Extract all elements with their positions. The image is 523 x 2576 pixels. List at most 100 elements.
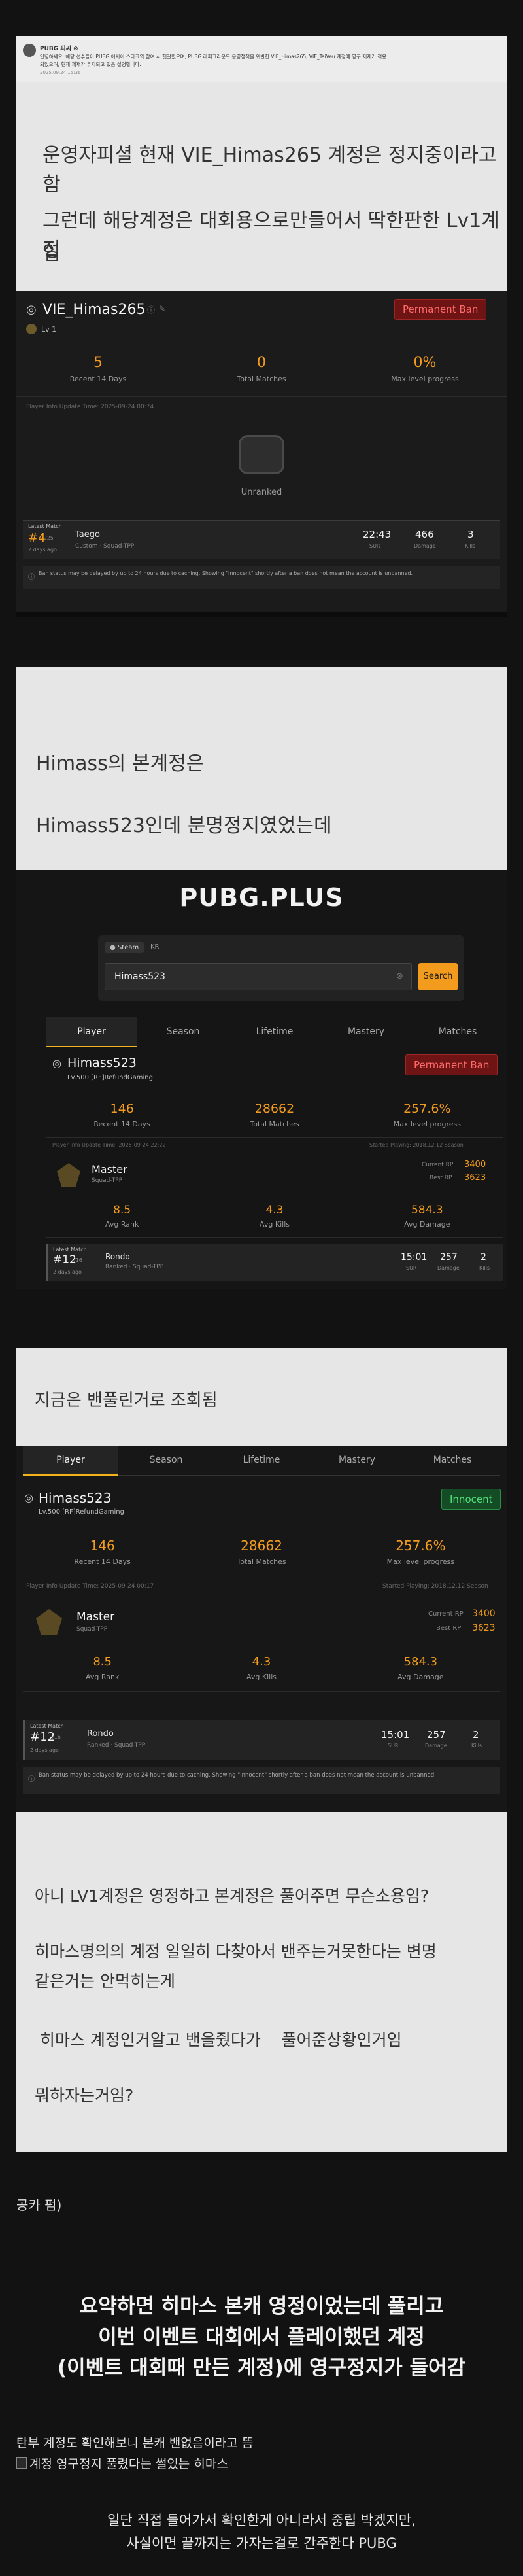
latest-match-head: Latest Match — [53, 1247, 87, 1253]
broken-image-icon — [16, 2457, 27, 2469]
avg-value: 584.3 — [403, 1655, 438, 1669]
avg-row: 8.5 Avg Rank 4.3 Avg Kills 584.3 Avg Dam… — [23, 1655, 500, 1692]
update-time: Player Info Update Time: 2025-09-24 00:7… — [26, 404, 154, 410]
tab-player[interactable]: Player — [23, 1446, 118, 1476]
panel4-line4: 히마스 계정인거알고 밴을줬다가 풀어준상황인거임 — [35, 2030, 402, 2049]
ban-note-text: Ban status may be delayed by up to 24 ho… — [39, 570, 413, 576]
match-place-sub: /16 — [74, 1257, 82, 1263]
avg-value: 4.3 — [265, 1204, 284, 1217]
player-name: VIE_Himas265 — [42, 302, 146, 318]
match-ago: 2 days ago — [28, 547, 57, 553]
tab-lifetime[interactable]: Lifetime — [214, 1446, 309, 1476]
tab-season[interactable]: Season — [137, 1017, 229, 1047]
current-rp: 3400 — [464, 1160, 486, 1170]
match-time-label: SUR — [406, 1265, 417, 1271]
tab-bar: Player Season Lifetime Mastery Matches — [46, 1017, 503, 1047]
tab-player[interactable]: Player — [46, 1017, 137, 1047]
stat-value: 0 — [257, 355, 266, 371]
notice-avatar — [23, 44, 36, 57]
search-bar: ● Steam KR Himass523 ⊗ Search — [98, 935, 464, 1001]
panel4-line1: 아니 LV1계정은 영정하고 본계정은 풀어주면 무슨소용임? — [35, 1887, 430, 1906]
match-map: Rondo — [105, 1252, 130, 1261]
notice-line2: 되었으며, 현재 제재가 유지되고 있음 설명합니다. — [40, 61, 141, 67]
match-place-sub: /25 — [45, 535, 54, 541]
match-place-sub: /16 — [52, 1734, 61, 1740]
final-line1: 일단 직접 들어가서 확인한게 아니라서 중립 박겠지만, — [107, 2513, 416, 2528]
region-chip[interactable]: KR — [150, 943, 160, 950]
player-card-vie: ◎ VIE_Himas265 ⓘ ✎ Lv 1 Permanent Ban 5 … — [16, 291, 507, 612]
tier-mode: Squad-TPP — [76, 1626, 108, 1633]
latest-match-row[interactable]: Latest Match #4 /25 2 days ago Taego Cus… — [23, 520, 500, 559]
info-icon[interactable]: ⓘ — [147, 304, 155, 315]
tab-lifetime[interactable]: Lifetime — [229, 1017, 320, 1047]
match-damage: 257 — [427, 1729, 446, 1741]
summary-line1: 요약하면 히마스 본캐 영정이었는데 풀리고 — [79, 2295, 444, 2318]
current-rp-label: Current RP — [422, 1162, 454, 1168]
tab-season[interactable]: Season — [118, 1446, 214, 1476]
best-rp-label: Best RP — [430, 1175, 452, 1181]
avg-label: Avg Rank — [85, 1673, 120, 1681]
unranked-emblem-icon — [239, 435, 284, 474]
platform-chip[interactable]: ● Steam — [105, 942, 144, 953]
tier-emblem-icon — [57, 1163, 80, 1187]
avg-damage: 584.3 Avg Damage — [341, 1655, 500, 1691]
avg-label: Avg Damage — [397, 1673, 444, 1681]
match-damage: 466 — [415, 529, 434, 540]
avg-label: Avg Rank — [105, 1220, 139, 1228]
tab-mastery[interactable]: Mastery — [309, 1446, 405, 1476]
match-mode: Custom · Squad-TPP — [75, 543, 135, 549]
search-button[interactable]: Search — [418, 963, 458, 990]
player-level: Lv.500 [RF]RefundGaming — [39, 1508, 124, 1516]
search-input[interactable]: Himass523 ⊗ — [105, 963, 412, 990]
final-line2: 사실이면 끝까지는 가자는걸로 간주한다 PUBG — [126, 2535, 397, 2551]
level-icon — [26, 324, 37, 334]
tab-matches[interactable]: Matches — [405, 1446, 500, 1476]
text-panel-2: Himass의 본계정은 Himass523인데 분명정지였었는데 — [16, 667, 507, 870]
player-name: Himass523 — [39, 1490, 112, 1506]
player-icon: ◎ — [52, 1057, 61, 1070]
notice-line1: 안녕하세요, 해당 선수들이 PUBG 어서이 스타크의 참여 시 헷갈렸으며,… — [40, 54, 387, 60]
stat-label: Max level progress — [386, 1558, 455, 1566]
pubgplus-logo[interactable]: PUBG.PLUS — [16, 883, 507, 912]
update-time: Player Info Update Time: 2025-09-24 22:2… — [52, 1142, 166, 1148]
info-line: 탄부 계정도 확인해보니 본캐 밴없음이라고 뜸 — [16, 2436, 254, 2450]
best-rp-label: Best RP — [436, 1625, 462, 1632]
match-damage-label: Damage — [437, 1265, 460, 1271]
match-time-label: SUR — [388, 1743, 399, 1749]
latest-match-row[interactable]: Latest Match #12 /16 2 days ago Rondo Ra… — [46, 1244, 503, 1281]
stat-label: Recent 14 Days — [69, 375, 127, 383]
edit-icon[interactable]: ✎ — [159, 304, 165, 313]
match-map: Taego — [75, 530, 100, 540]
text-panel-3: 지금은 밴풀린거로 조회됨 — [16, 1348, 507, 1446]
season-started: Started Playing: 2018.12.12 Season — [369, 1142, 464, 1148]
player-level: Lv 1 — [41, 325, 57, 334]
latest-match-row[interactable]: Latest Match #12 /16 2 days ago Rondo Ra… — [23, 1720, 500, 1760]
stat-value: 0% — [413, 355, 437, 371]
match-damage: 257 — [440, 1252, 458, 1262]
stat-value: 146 — [90, 1538, 115, 1554]
panel4-line3: 같은거는 안먹히는게 — [35, 1972, 175, 1991]
clear-icon[interactable]: ⊗ — [396, 971, 403, 981]
notice-block: PUBG 피씨 ⊘ 안녕하세요, 해당 선수들이 PUBG 어서이 스타크의 참… — [16, 36, 507, 82]
tab-matches[interactable]: Matches — [412, 1017, 503, 1047]
ban-note-text: Ban status may be delayed by up to 24 ho… — [39, 1772, 436, 1779]
tab-mastery[interactable]: Mastery — [320, 1017, 412, 1047]
player-name: Himass523 — [67, 1056, 137, 1070]
stat-progress: 257.6% Max level progress — [341, 1531, 500, 1576]
update-time: Player Info Update Time: 2025-09-24 00:1… — [26, 1583, 154, 1590]
stat-progress: 257.6% Max level progress — [351, 1096, 503, 1137]
info-circle-icon: ⓘ — [28, 574, 35, 581]
avg-damage: 584.3 Avg Damage — [351, 1204, 503, 1237]
status-badge: Permanent Ban — [405, 1054, 498, 1075]
latest-match-head: Latest Match — [30, 1723, 64, 1729]
match-kills-label: Kills — [471, 1743, 482, 1749]
text-panel-1: 운영자피셜 현재 VIE_Himas265 계정은 정지중이라고함 그런데 해당… — [16, 82, 507, 291]
summary-line2: 이번 이벤트 대회에서 플레이했던 계정 — [98, 2325, 425, 2349]
credit-text: 공카 펌) — [16, 2197, 62, 2213]
match-kills: 3 — [467, 529, 474, 540]
tier-name: Master — [92, 1163, 127, 1175]
panel1-line2: 그런데 해당계정은 대회용으로만들어서 딱한판한 Lv1계정 — [42, 209, 499, 262]
panel1-line1: 운영자피셜 현재 VIE_Himas265 계정은 정지중이라고함 — [42, 144, 497, 196]
avg-value: 4.3 — [252, 1655, 271, 1669]
stat-label: Recent 14 Days — [93, 1120, 150, 1128]
